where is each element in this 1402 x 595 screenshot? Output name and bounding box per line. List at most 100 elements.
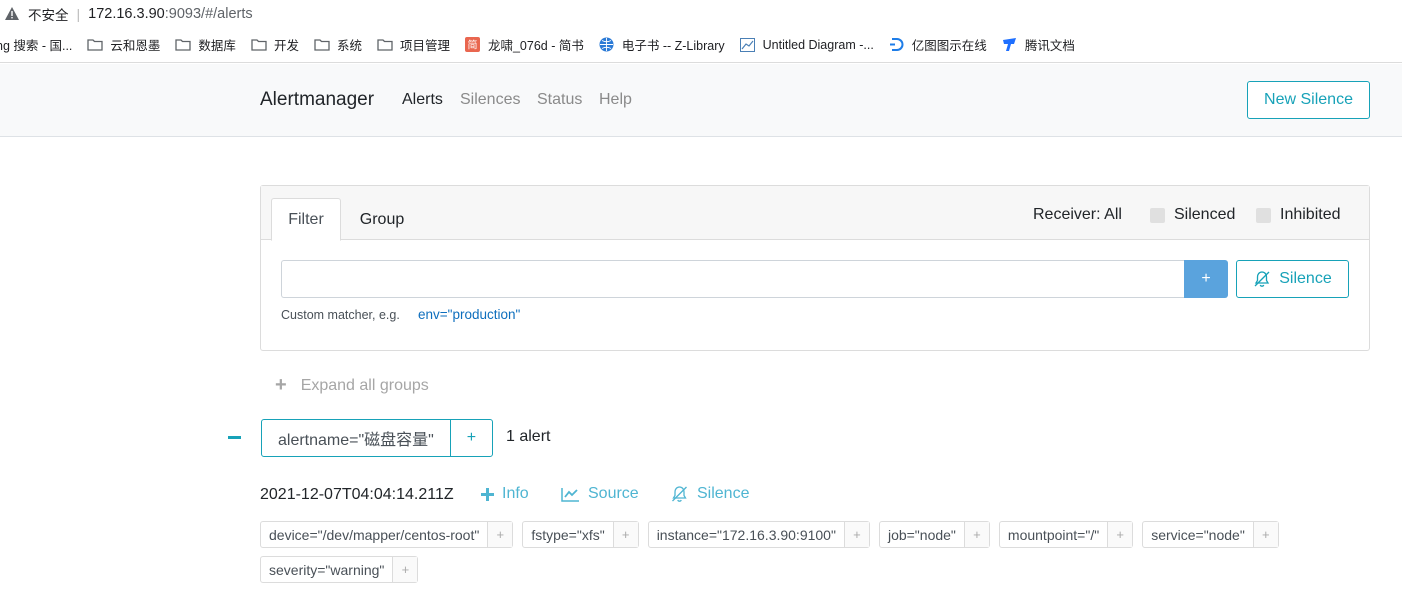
add-label-filter-button[interactable]: + [844, 522, 869, 547]
label-text: mountpoint="/" [1000, 522, 1109, 547]
bookmark-label: Untitled Diagram -... [762, 37, 874, 52]
folder-icon [175, 38, 192, 52]
bell-slash-icon [1254, 271, 1270, 287]
source-button[interactable]: Source [561, 485, 639, 503]
bookmark-item[interactable]: 亿图图示在线 [889, 35, 987, 54]
bookmark-folder[interactable]: 系统 [314, 35, 362, 54]
jianshu-icon: 简 [465, 37, 481, 52]
bookmark-folder[interactable]: 开发 [251, 35, 299, 54]
bookmark-label: 龙啸_076d - 简书 [487, 39, 584, 53]
edraw-icon [889, 38, 905, 52]
bookmark-item[interactable]: Untitled Diagram -... [740, 37, 874, 52]
bookmark-label: 项目管理 [399, 39, 450, 53]
warning-icon [4, 6, 20, 22]
filter-card: Filter Group Receiver: All Silenced Inhi… [260, 185, 1370, 351]
folder-icon [87, 38, 104, 52]
alert-labels-row: severity="warning" + [260, 556, 427, 583]
folder-icon [314, 38, 330, 52]
bookmark-label: 电子书 -- Z-Library [621, 39, 725, 53]
add-label-filter-button[interactable]: + [393, 557, 418, 582]
group-label-pill: alertname="磁盘容量" + [261, 419, 493, 457]
receiver-select[interactable]: Receiver: All [1033, 206, 1122, 224]
alert-label-tag: service="node" + [1142, 521, 1279, 548]
inhibited-label: Inhibited [1280, 206, 1341, 223]
bookmark-label: ng 搜索 - 国... [0, 39, 73, 53]
silenced-checkbox[interactable]: Silenced [1150, 206, 1235, 224]
add-label-filter-button[interactable]: + [613, 522, 638, 547]
alert-count: 1 alert [506, 428, 551, 445]
address-separator: | [76, 5, 81, 22]
line-chart-icon [561, 487, 580, 502]
source-label: Source [588, 485, 639, 502]
bookmark-folder[interactable]: 云和恩墨 [87, 35, 160, 54]
matcher-hint-example: env="production" [418, 307, 521, 322]
svg-text:简: 简 [468, 39, 478, 52]
alert-label-tag: device="/dev/mapper/centos-root" + [260, 521, 514, 548]
nav-status[interactable]: Status [537, 91, 582, 109]
silenced-label: Silenced [1174, 206, 1236, 223]
collapse-group-icon[interactable] [228, 436, 241, 439]
add-matcher-button[interactable]: + [1184, 260, 1228, 298]
silence-filter-button[interactable]: Silence [1236, 260, 1349, 298]
diagram-icon [740, 37, 756, 52]
add-group-filter-button[interactable]: + [451, 420, 492, 456]
nav-alerts[interactable]: Alerts [402, 91, 443, 109]
tab-filter[interactable]: Filter [271, 198, 341, 241]
inhibited-checkbox[interactable]: Inhibited [1256, 206, 1341, 224]
label-text: instance="172.16.3.90:9100" [649, 522, 845, 547]
bookmark-label: 云和恩墨 [110, 39, 161, 53]
matcher-hint: Custom matcher, e.g. [281, 308, 400, 322]
bell-slash-icon [670, 485, 689, 503]
url-host[interactable]: 172.16.3.90 [88, 6, 165, 22]
alert-silence-button[interactable]: Silence [670, 485, 749, 503]
bookmark-item[interactable]: 简 龙啸_076d - 简书 [465, 35, 584, 54]
checkbox-box[interactable] [1150, 207, 1165, 223]
nav-silences[interactable]: Silences [460, 91, 520, 109]
insecure-label: 不安全 [28, 7, 69, 23]
alert-label-tag: instance="172.16.3.90:9100" + [647, 521, 870, 548]
alert-label-tag: job="node" + [878, 521, 990, 548]
bookmark-item[interactable]: 腾讯文档 [1002, 35, 1075, 54]
bookmark-label: 开发 [273, 39, 299, 53]
globe-icon [599, 37, 615, 52]
alert-labels-row: device="/dev/mapper/centos-root" + fstype… [260, 521, 1288, 548]
info-button[interactable]: Info [481, 485, 529, 503]
add-label-filter-button[interactable]: + [964, 522, 989, 547]
bookmarks-bar: ng 搜索 - 国... 云和恩墨 数据库 开发 系统 项目管理 简 龙啸_07… [0, 27, 1402, 63]
tencent-docs-icon [1002, 38, 1018, 52]
alert-silence-label: Silence [697, 485, 750, 502]
bookmark-folder[interactable]: 数据库 [175, 35, 236, 54]
add-label-filter-button[interactable]: + [488, 522, 513, 547]
alert-label-tag: mountpoint="/" + [998, 521, 1134, 548]
add-label-filter-button[interactable]: + [1253, 522, 1278, 547]
silence-filter-label: Silence [1279, 270, 1332, 287]
bookmark-item[interactable]: 电子书 -- Z-Library [599, 35, 725, 54]
expand-all-groups[interactable]: + Expand all groups [275, 374, 429, 397]
alert-label-tag: severity="warning" + [260, 556, 419, 583]
app-navbar: Alertmanager Alerts Silences Status Help… [0, 64, 1402, 137]
nav-help[interactable]: Help [599, 91, 632, 109]
bookmark-label: 系统 [336, 39, 362, 53]
bookmark-item[interactable]: ng 搜索 - 国... [0, 35, 72, 54]
url-path[interactable]: :9093/#/alerts [165, 6, 253, 22]
label-text: service="node" [1143, 522, 1254, 547]
new-silence-button[interactable]: New Silence [1247, 81, 1370, 119]
plus-icon: + [275, 374, 287, 396]
alert-timestamp: 2021-12-07T04:04:14.211Z [260, 486, 454, 503]
label-text: device="/dev/mapper/centos-root" [261, 522, 489, 547]
bookmark-folder[interactable]: 项目管理 [377, 35, 450, 54]
expand-all-label: Expand all groups [300, 376, 429, 394]
alert-label-tag: fstype="xfs" + [522, 521, 639, 548]
checkbox-box[interactable] [1256, 207, 1271, 223]
label-text: job="node" [880, 522, 965, 547]
group-label: alertname="磁盘容量" [262, 420, 451, 456]
browser-address-bar[interactable]: 不安全 | 172.16.3.90 :9093/#/alerts [0, 0, 1402, 27]
folder-icon [251, 38, 267, 52]
matcher-input[interactable] [281, 260, 1185, 298]
plus-icon [481, 487, 494, 501]
tab-group[interactable]: Group [347, 198, 417, 241]
add-label-filter-button[interactable]: + [1108, 522, 1133, 547]
brand-logo-text[interactable]: Alertmanager [260, 89, 374, 111]
filter-card-header: Filter Group Receiver: All Silenced Inhi… [261, 186, 1369, 241]
bookmark-label: 亿图图示在线 [911, 39, 987, 53]
